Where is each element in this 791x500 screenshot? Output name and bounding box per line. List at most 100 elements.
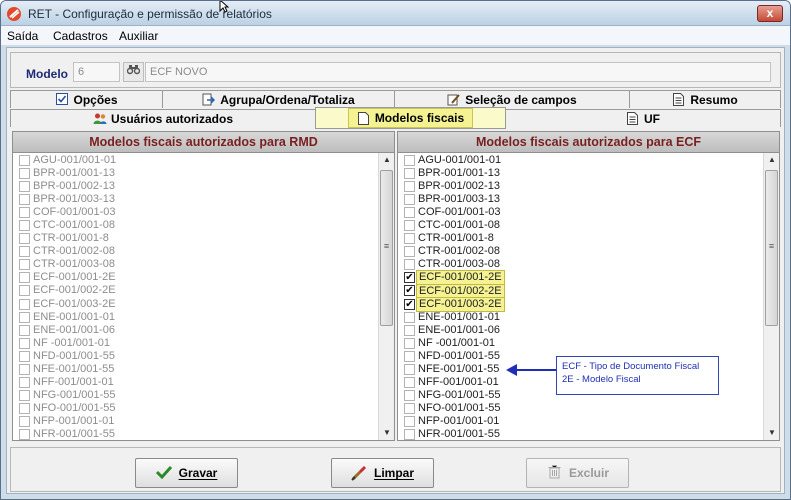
tab-selecao-campos[interactable]: Seleção de campos <box>394 90 630 108</box>
item-checkbox[interactable] <box>404 324 415 336</box>
list-item[interactable]: ENE-001/001-06 <box>398 324 764 337</box>
callout-line-2: 2E - Modelo Fiscal <box>562 373 641 385</box>
item-checkbox[interactable]: ✔ <box>404 272 415 284</box>
scroll-down-arrow-icon[interactable]: ▼ <box>764 426 780 440</box>
clear-button[interactable]: Limpar <box>331 458 434 488</box>
menu-saida[interactable]: Saída <box>7 29 38 43</box>
item-checkbox[interactable]: ✔ <box>404 285 415 297</box>
list-item[interactable]: CTR-001/002-08 <box>13 245 379 258</box>
list-item[interactable]: NFO-001/001-55 <box>398 402 764 415</box>
list-item[interactable]: AGU-001/001-01 <box>13 154 379 167</box>
menu-auxiliar[interactable]: Auxiliar <box>119 29 158 43</box>
list-item[interactable]: NFD-001/001-55 <box>13 350 379 363</box>
list-item[interactable]: BPR-001/001-13 <box>398 167 764 180</box>
list-item[interactable]: BPR-001/001-13 <box>13 167 379 180</box>
list-item[interactable]: BPR-001/002-13 <box>398 180 764 193</box>
list-item[interactable]: NFR-001/001-55 <box>398 428 764 440</box>
list-item[interactable]: NFR-001/001-55 <box>13 428 379 440</box>
item-checkbox[interactable] <box>404 363 415 375</box>
scroll-thumb[interactable]: ≡ <box>380 170 393 326</box>
list-item[interactable]: NFF-001/001-01 <box>13 376 379 389</box>
list-item[interactable]: ECF-001/002-2E <box>13 284 379 297</box>
scroll-up-arrow-icon[interactable]: ▲ <box>764 153 780 167</box>
model-number-field[interactable]: 6 <box>73 62 120 82</box>
list-item[interactable]: CTC-001/001-08 <box>13 219 379 232</box>
list-item[interactable]: AGU-001/001-01 <box>398 154 764 167</box>
ecf-models-list[interactable]: AGU-001/001-01 BPR-001/001-13 BPR-001/002-… <box>398 153 764 440</box>
item-checkbox[interactable] <box>404 311 415 323</box>
list-item[interactable]: ✔ ECF-001/001-2E <box>398 270 764 286</box>
close-button[interactable]: x <box>757 5 783 22</box>
item-label: NFF-001/001-01 <box>33 375 114 388</box>
rmd-models-list[interactable]: AGU-001/001-01 BPR-001/001-13 BPR-001/002-… <box>13 153 379 440</box>
item-checkbox[interactable] <box>404 194 415 206</box>
list-item[interactable]: NFP-001/001-01 <box>13 415 379 428</box>
save-button[interactable]: Gravar <box>135 458 238 488</box>
rmd-list-scrollbar[interactable]: ▲ ≡ ▼ <box>378 153 394 440</box>
list-item[interactable]: CTR-001/003-08 <box>398 258 764 271</box>
item-checkbox[interactable] <box>404 337 415 349</box>
item-checkbox <box>19 155 30 167</box>
menu-cadastros[interactable]: Cadastros <box>53 29 108 43</box>
list-item[interactable]: ECF-001/001-2E <box>13 271 379 284</box>
list-item[interactable]: BPR-001/002-13 <box>13 180 379 193</box>
tab-opcoes[interactable]: Opções <box>10 90 163 108</box>
item-checkbox[interactable]: ✔ <box>404 298 415 310</box>
item-checkbox[interactable] <box>404 220 415 232</box>
list-item[interactable]: CTR-001/001-8 <box>398 232 764 245</box>
item-checkbox <box>19 298 30 310</box>
list-item[interactable]: NFE-001/001-55 <box>13 363 379 376</box>
tab-label: Usuários autorizados <box>110 111 234 126</box>
trash-icon <box>546 464 563 482</box>
item-checkbox[interactable] <box>404 402 415 414</box>
tab-usuarios-autorizados[interactable]: Usuários autorizados <box>10 109 316 127</box>
tab-uf[interactable]: UF <box>505 109 781 127</box>
item-checkbox[interactable] <box>404 259 415 271</box>
item-checkbox[interactable] <box>404 350 415 362</box>
list-item[interactable]: NF -001/001-01 <box>13 337 379 350</box>
item-checkbox[interactable] <box>404 246 415 258</box>
list-item[interactable]: COF-001/001-03 <box>398 206 764 219</box>
rmd-models-list-panel: Modelos fiscais autorizados para RMD AGU… <box>12 131 395 441</box>
model-name-field[interactable]: ECF NOVO <box>145 62 771 82</box>
scroll-down-arrow-icon[interactable]: ▼ <box>379 426 395 440</box>
list-item[interactable]: NFG-001/001-55 <box>13 389 379 402</box>
list-item[interactable]: CTR-001/001-8 <box>13 232 379 245</box>
tab-resumo[interactable]: Resumo <box>629 90 781 108</box>
list-item[interactable]: CTR-001/003-08 <box>13 258 379 271</box>
list-item[interactable]: ✔ ECF-001/002-2E <box>398 283 764 299</box>
item-label: BPR-001/003-13 <box>418 193 500 206</box>
item-checkbox[interactable] <box>404 376 415 388</box>
item-checkbox[interactable] <box>404 168 415 180</box>
list-item[interactable]: NFO-001/001-55 <box>13 402 379 415</box>
model-search-button[interactable] <box>123 62 144 82</box>
item-checkbox[interactable] <box>404 181 415 193</box>
list-item[interactable]: BPR-001/003-13 <box>398 193 764 206</box>
list-item[interactable]: ✔ ECF-001/003-2E <box>398 296 764 312</box>
item-label: BPR-001/003-13 <box>33 193 115 206</box>
scroll-thumb[interactable]: ≡ <box>765 170 778 326</box>
list-item[interactable]: CTC-001/001-08 <box>398 219 764 232</box>
list-item[interactable]: ENE-001/001-01 <box>13 311 379 324</box>
list-item[interactable]: NF -001/001-01 <box>398 337 764 350</box>
list-item[interactable]: ECF-001/003-2E <box>13 298 379 311</box>
list-item[interactable]: CTR-001/002-08 <box>398 245 764 258</box>
item-checkbox[interactable] <box>404 233 415 245</box>
item-checkbox[interactable] <box>404 415 415 427</box>
item-checkbox[interactable] <box>404 155 415 167</box>
tab-modelos-fiscais[interactable]: Modelos fiscais <box>315 107 506 129</box>
item-checkbox[interactable] <box>404 429 415 440</box>
item-checkbox[interactable] <box>404 207 415 219</box>
list-item[interactable]: ENE-001/001-06 <box>13 324 379 337</box>
title-bar[interactable]: RET - Configuração e permissão de relató… <box>1 1 790 26</box>
list-item[interactable]: NFP-001/001-01 <box>398 415 764 428</box>
ecf-list-scrollbar[interactable]: ▲ ≡ ▼ <box>763 153 779 440</box>
delete-button: Excluir <box>526 458 629 488</box>
list-item[interactable]: COF-001/001-03 <box>13 206 379 219</box>
item-label: NFF-001/001-01 <box>418 375 499 388</box>
tab-agrupa-ordena-totaliza[interactable]: Agrupa/Ordena/Totaliza <box>162 90 395 108</box>
list-item[interactable]: BPR-001/003-13 <box>13 193 379 206</box>
list-item[interactable]: ENE-001/001-01 <box>398 311 764 324</box>
scroll-up-arrow-icon[interactable]: ▲ <box>379 153 395 167</box>
item-checkbox[interactable] <box>404 389 415 401</box>
